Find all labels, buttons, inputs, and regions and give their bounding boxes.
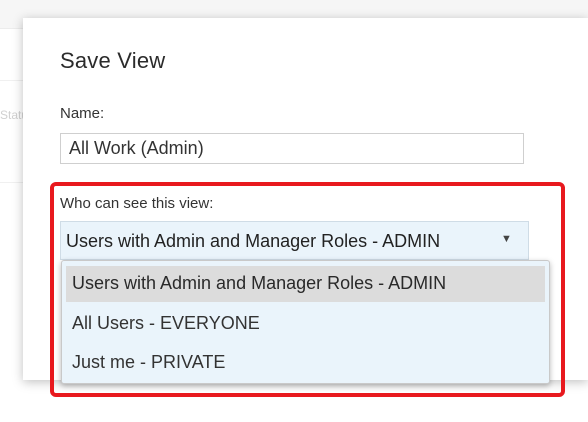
name-label: Name:: [60, 105, 105, 122]
option-private[interactable]: Just me - PRIVATE: [66, 345, 545, 381]
option-admin[interactable]: Users with Admin and Manager Roles - ADM…: [66, 266, 545, 302]
caret-down-icon[interactable]: ▼: [501, 233, 512, 245]
option-everyone[interactable]: All Users - EVERYONE: [66, 306, 545, 342]
visibility-dropdown-list: Users with Admin and Manager Roles - ADM…: [61, 260, 550, 384]
visibility-label: Who can see this view:: [60, 195, 214, 212]
visibility-selected-value: Users with Admin and Manager Roles - ADM…: [66, 231, 441, 251]
visibility-select[interactable]: Users with Admin and Manager Roles - ADM…: [60, 221, 529, 260]
view-name-input[interactable]: [60, 133, 524, 164]
dialog-title: Save View: [60, 48, 166, 73]
